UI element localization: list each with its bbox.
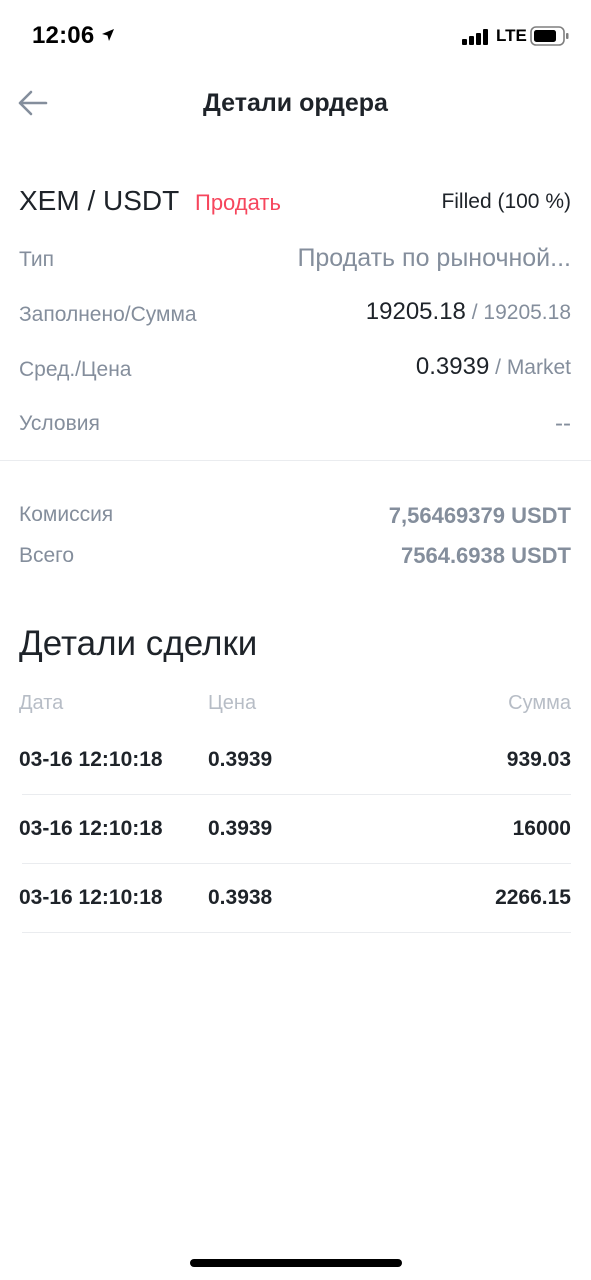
row-divider: [22, 932, 571, 933]
trade-date: 03-16 12:10:18: [19, 748, 163, 771]
avg-price-value: 0.3939 / Market: [416, 353, 571, 381]
section-divider: [0, 460, 591, 461]
avg-price-label: Сред./Цена: [19, 358, 132, 381]
signal-bars-icon: [462, 29, 488, 45]
status-time: 12:06: [32, 22, 95, 49]
status-bar: 12:06 LTE: [0, 0, 591, 72]
trade-row: 03-16 12:10:18 0.3938 2266.15: [0, 886, 591, 955]
row-divider: [22, 794, 571, 795]
trade-amount: 2266.15: [495, 886, 571, 909]
trade-price: 0.3938: [208, 886, 273, 909]
location-arrow-icon: [102, 29, 114, 41]
trade-amount: 939.03: [506, 748, 571, 771]
filled-value: 19205.18: [365, 298, 466, 325]
commission-value: 7,56469379 USDT: [388, 503, 571, 528]
conditions-value: --: [555, 410, 571, 437]
total-value: 7564.6938 USDT: [401, 543, 571, 568]
trade-details-title: Детали сделки: [19, 624, 258, 663]
battery-icon: [530, 26, 569, 46]
commission-label: Комиссия: [19, 503, 114, 526]
trade-price: 0.3939: [208, 817, 273, 840]
type-label: Тип: [19, 248, 55, 271]
column-header-price: Цена: [208, 692, 257, 714]
trade-row: 03-16 12:10:18 0.3939 16000: [0, 817, 591, 886]
avg-value: 0.3939: [415, 353, 490, 380]
filled-amount-label: Заполнено/Сумма: [19, 303, 197, 326]
total-label: Всего: [19, 544, 75, 567]
type-value: Продать по рыночной...: [297, 244, 571, 272]
trade-amount: 16000: [512, 817, 571, 840]
page-title: Детали ордера: [203, 89, 388, 117]
conditions-label: Условия: [19, 412, 100, 435]
filled-amount-value: 19205.18 / 19205.18: [366, 298, 571, 326]
trade-date: 03-16 12:10:18: [19, 817, 163, 840]
trading-pair: XEM / USDT: [19, 185, 180, 216]
price-type-value: Market: [506, 356, 571, 379]
home-indicator[interactable]: [190, 1259, 402, 1267]
column-header-date: Дата: [19, 692, 64, 714]
avg-separator: /: [489, 356, 507, 379]
trade-row: 03-16 12:10:18 0.3939 939.03: [0, 748, 591, 817]
filled-separator: /: [465, 301, 484, 324]
trade-date: 03-16 12:10:18: [19, 886, 163, 909]
column-header-amount: Сумма: [508, 692, 571, 714]
order-status: Filled (100 %): [441, 190, 571, 213]
network-type: LTE: [496, 26, 527, 45]
total-amount-value: 19205.18: [483, 301, 571, 324]
order-side: Продать: [195, 190, 281, 215]
trade-price: 0.3939: [208, 748, 273, 771]
row-divider: [22, 863, 571, 864]
